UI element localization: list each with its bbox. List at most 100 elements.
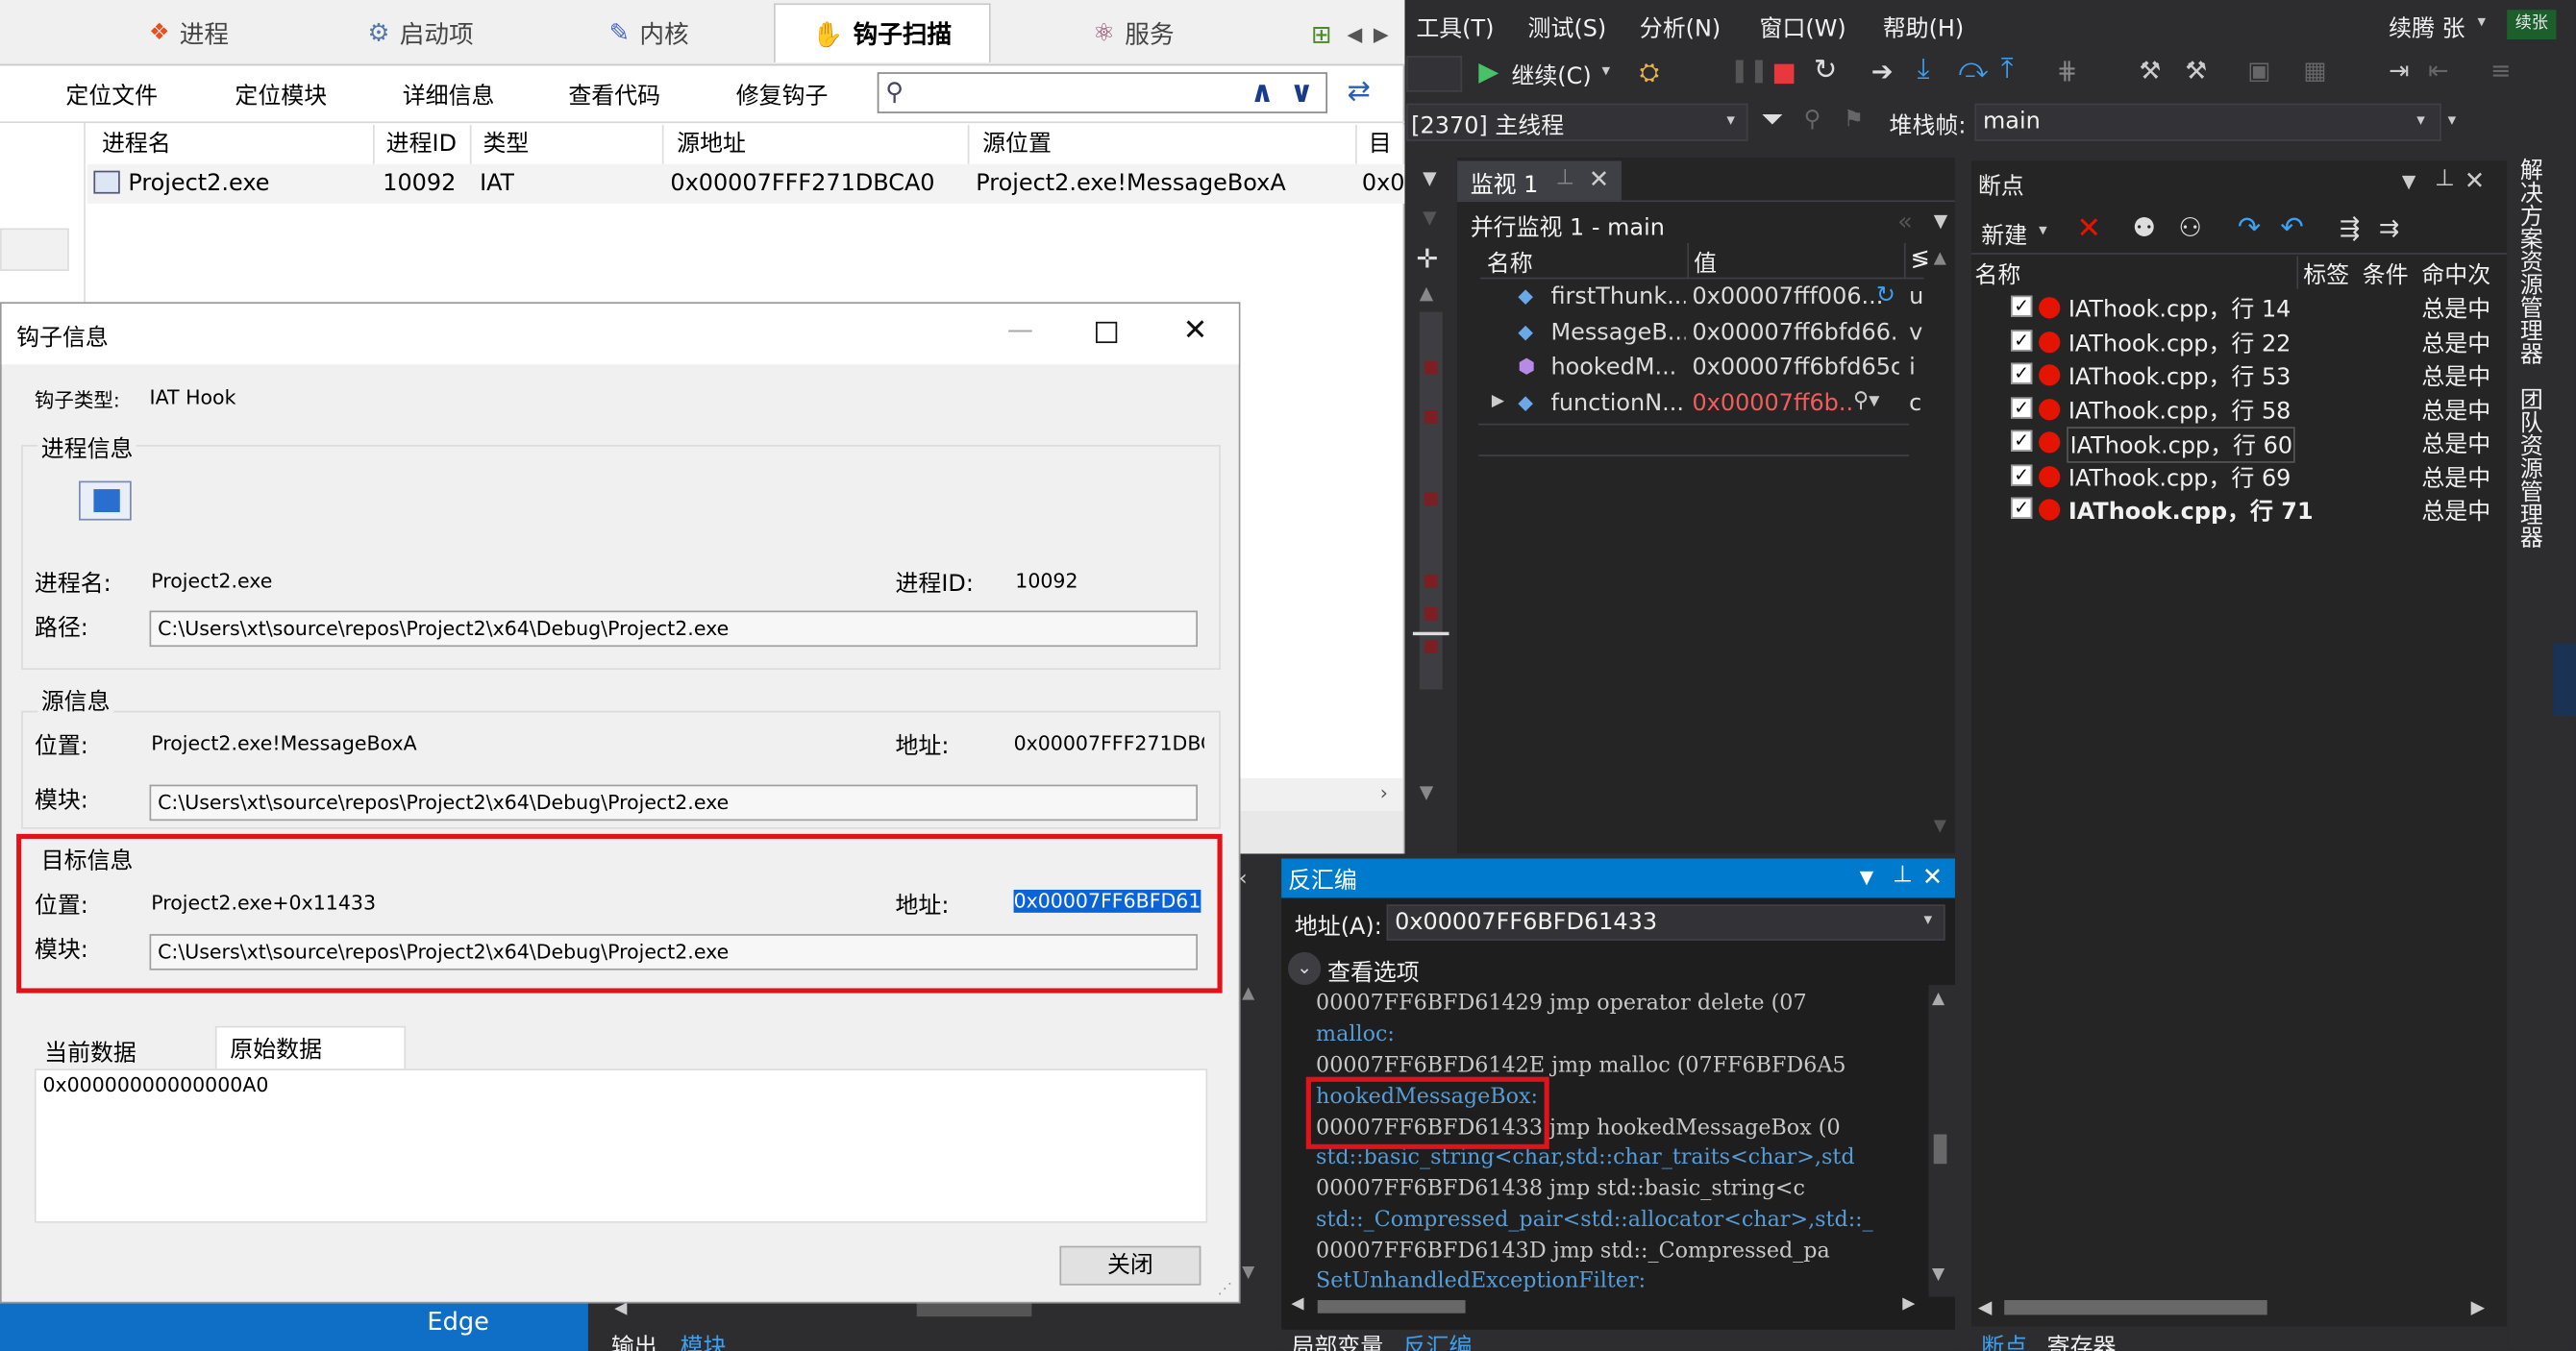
address-input[interactable]: 0x00007FF6BFD61433 ▾ (1386, 904, 1945, 941)
side-tab-team[interactable]: 团队资源管理器 (2511, 387, 2547, 552)
close-icon[interactable]: ✕ (1922, 862, 1943, 892)
scroll-up-icon[interactable]: ▲ (1420, 282, 1433, 304)
continue-button[interactable]: 继续(C) (1511, 60, 1591, 92)
breakpoint-row[interactable]: ✓ IAThook.cpp，行 58 总是中 (2008, 392, 2494, 427)
magnifier-icon[interactable]: ⚲▾ (1853, 389, 1879, 414)
menu-tools[interactable]: 工具(T) (1416, 12, 1494, 44)
scroll-down-icon[interactable]: ▼ (1934, 818, 1946, 836)
menu-window[interactable]: 窗口(W) (1760, 12, 1846, 44)
col-target[interactable]: 目标 (1358, 124, 1405, 197)
breakpoint-row[interactable]: ✓ IAThook.cpp，行 22 总是中 (2008, 325, 2494, 359)
hex-icon[interactable]: ⋕ (2057, 56, 2077, 86)
tab-hook-scan[interactable]: ✋ 钩子扫描 (774, 3, 991, 62)
watch-tab[interactable]: 监视 1 ⊥ ✕ (1457, 160, 1622, 201)
view-options-toggle[interactable]: ⌄ (1287, 951, 1322, 986)
minimize-icon[interactable]: — (1007, 313, 1033, 344)
pin-icon[interactable]: ⊥ (2435, 166, 2455, 192)
search-prev-icon[interactable]: ∧ (1251, 76, 1275, 111)
delete-all-icon[interactable]: ⚉ (2133, 211, 2157, 242)
bp-col-name[interactable]: 名称 (1974, 258, 2020, 290)
thread2-icon[interactable]: ⚒ (2185, 56, 2207, 86)
scroll-up-icon[interactable]: ▲ (1242, 985, 1254, 1003)
step-into-icon[interactable]: ⤓ (1918, 53, 1930, 86)
chevron-down-icon[interactable]: ▼ (1423, 167, 1436, 188)
fix-hook-button[interactable]: 修复钩子 (736, 79, 829, 111)
move-icon[interactable]: ✛ (1416, 243, 1438, 274)
attach-icon[interactable]: ⛭ (1640, 58, 1660, 87)
checkbox-checked-icon[interactable]: ✓ (2011, 330, 2033, 352)
path-field[interactable]: C:\Users\xt\source\repos\Project2\x64\De… (149, 610, 1198, 648)
scroll-left-icon[interactable]: ◀ (1978, 1297, 1992, 1318)
watch-col-name[interactable]: 名称 (1487, 246, 1533, 279)
tab-raw-data[interactable]: 原始数据 (214, 1025, 407, 1070)
undo-icon[interactable]: ↶ (2280, 211, 2303, 244)
watch-col-type[interactable]: ≶ (1911, 246, 1930, 272)
checkbox-checked-icon[interactable]: ✓ (2011, 397, 2033, 419)
locate-module-button[interactable]: 定位模块 (235, 79, 327, 111)
thread-dropdown[interactable]: [2370] 主线程 ▾ (1406, 103, 1748, 141)
stackframe-dropdown[interactable]: main ▾ (1974, 103, 2441, 141)
pause-icon[interactable]: ❚❚ (1730, 58, 1769, 84)
resize-grip-icon[interactable]: ⋰ (1218, 1282, 1232, 1298)
bp-col-condition[interactable]: 条件 (2363, 258, 2409, 290)
scroll-right-icon[interactable]: ▶ (2471, 1297, 2485, 1318)
user-badge[interactable]: 续张 (2507, 10, 2557, 40)
export-icon[interactable]: ⇶ (2340, 213, 2360, 243)
stop-icon[interactable] (1773, 63, 1795, 85)
checkbox-checked-icon[interactable]: ✓ (2011, 362, 2033, 384)
maximize-icon[interactable] (1096, 321, 1118, 344)
watch-col-value[interactable]: 值 (1694, 246, 1717, 279)
locate-file-button[interactable]: 定位文件 (65, 79, 158, 111)
filter-clear-icon[interactable]: ⚲ (1804, 107, 1821, 133)
raw-data-area[interactable]: 0x00000000000000A0 (34, 1069, 1208, 1223)
outdent-icon[interactable]: ⇤ (2428, 56, 2448, 86)
scroll-up-icon[interactable]: ▲ (1934, 250, 1946, 268)
pin-icon[interactable]: ⊥ (1893, 862, 1913, 888)
scroll-down-icon[interactable]: ▼ (1242, 1264, 1254, 1282)
grid-icon[interactable]: ▦ (2303, 56, 2326, 86)
col-pid[interactable]: 进程ID (376, 124, 472, 164)
chevron-down-icon[interactable]: ▾ (1601, 62, 1610, 81)
h-scroll-thumb[interactable] (2004, 1300, 2267, 1315)
chevron-down-icon[interactable]: ▼ (1423, 207, 1436, 228)
breakpoint-row[interactable]: ✓ IAThook.cpp，行 69 总是中 (2008, 459, 2494, 494)
col-src-addr[interactable]: 源地址 (667, 124, 970, 164)
menu-test[interactable]: 测试(S) (1528, 12, 1607, 44)
details-button[interactable]: 详细信息 (403, 79, 495, 111)
breakpoint-row[interactable]: ✓ IAThook.cpp，行 60 总是中 (2008, 425, 2494, 463)
redo-icon[interactable]: ↷ (2238, 211, 2261, 244)
chevron-down-icon[interactable]: ▾ (2039, 222, 2047, 240)
tab-modules[interactable]: 模块 (681, 1330, 727, 1351)
tab-kernel[interactable]: ✎ 内核 (558, 3, 739, 62)
chevron-left-icon[interactable]: ◀ (1348, 23, 1363, 46)
tab-locals[interactable]: 局部变量 (1291, 1330, 1383, 1351)
tab-services[interactable]: ⚛ 服务 (1035, 3, 1232, 62)
comment-icon[interactable]: ≡ (2490, 56, 2511, 86)
checkbox-checked-icon[interactable]: ✓ (2011, 464, 2033, 486)
src-mod-field[interactable]: C:\Users\xt\source\repos\Project2\x64\De… (149, 784, 1198, 822)
col-type[interactable]: 类型 (473, 124, 664, 164)
tab-process[interactable]: ❖ 进程 (82, 3, 295, 62)
search-next-icon[interactable]: ∨ (1290, 76, 1314, 111)
disable-all-icon[interactable]: ⚇ (2178, 211, 2202, 242)
watch-row[interactable]: ◆ firstThunk... 0x00007fff006... ↻ u (1478, 282, 1923, 317)
refresh-icon[interactable]: ⇄ (1348, 76, 1371, 109)
close-icon[interactable]: ✕ (1183, 313, 1208, 348)
close-icon[interactable]: ✕ (1589, 164, 1609, 194)
tab-registers[interactable]: 寄存器 (2047, 1330, 2117, 1351)
table-hscroll[interactable]: › (1238, 777, 1403, 811)
user-name[interactable]: 续腾 张 (2389, 12, 2465, 44)
show-next-icon[interactable]: ➔ (1871, 56, 1894, 86)
menu-help[interactable]: 帮助(H) (1883, 12, 1965, 44)
flag-icon[interactable]: ⚑ (1844, 107, 1864, 133)
tab-current-data[interactable]: 当前数据 (35, 1029, 215, 1069)
step-over-icon[interactable]: ⤼ (1958, 53, 1988, 86)
step-out-icon[interactable]: ⤒ (2001, 53, 2014, 86)
col-process-name[interactable]: 进程名 (92, 124, 375, 164)
checkbox-checked-icon[interactable]: ✓ (2011, 295, 2033, 317)
watch-empty-row[interactable] (1478, 423, 1910, 456)
import-icon[interactable]: ⇉ (2379, 213, 2399, 243)
menu-icon[interactable]: ▼ (1860, 867, 1873, 888)
refresh-icon[interactable]: ↻ (1876, 282, 1895, 308)
filter-icon[interactable]: ⏷ (1761, 104, 1783, 136)
